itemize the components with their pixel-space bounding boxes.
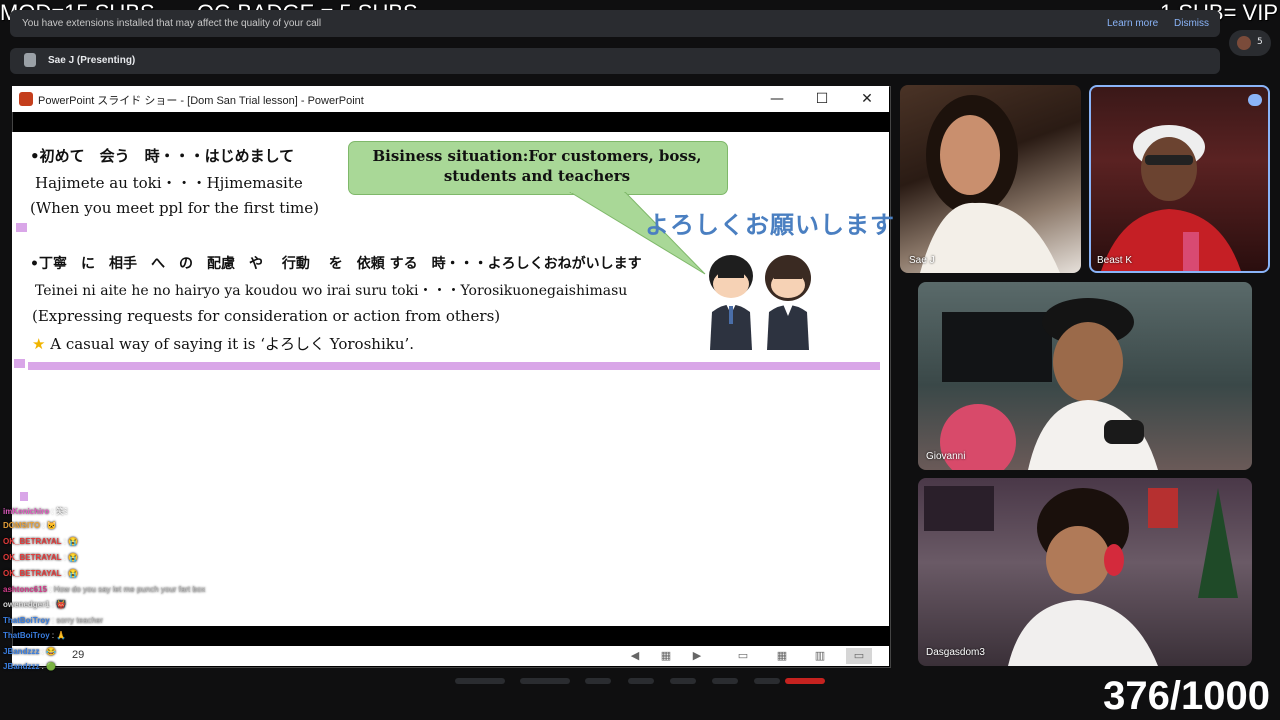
slide-line-teinei-jp: •丁寧 に 相手 へ の 配慮 や 行動 を 依頼 する 時・・・よろしくおねが…: [30, 256, 642, 272]
slide-line-hajimete-romaji: Hajimete au toki・・・Hjimemasite: [35, 174, 303, 192]
chat-message: OK_BETRAYAL : 😭: [3, 553, 79, 562]
chat-user: JBandzzz: [3, 662, 40, 671]
close-button[interactable]: ✕: [852, 88, 882, 110]
star-icon: ★: [32, 335, 46, 353]
slide-line-teinei-en: (Expressing requests for consideration o…: [32, 307, 501, 325]
giovanni-video: [940, 298, 1158, 470]
chat-text: sorry teacher: [56, 616, 104, 625]
chat-message: imKenichiro : 笑ﾐ: [3, 507, 68, 516]
slide-sorter-button[interactable]: ▦: [774, 648, 790, 664]
chat-message: DOMSITO : 🐱: [3, 521, 57, 530]
reactions-button[interactable]: [628, 678, 654, 684]
slideshow-view-button[interactable]: ▭: [846, 648, 872, 664]
chat-user: ThatBoiTroy: [3, 616, 50, 625]
prev-slide-button[interactable]: ◀: [627, 648, 643, 664]
participant-avatars-icon: [1237, 36, 1251, 50]
chat-text: 🟢: [46, 662, 57, 671]
participant-name-giovanni: Giovanni: [926, 451, 966, 462]
reading-view-button[interactable]: ▥: [812, 648, 828, 664]
chat-user: owenedger1: [3, 600, 50, 609]
dasgasdom3-video: [924, 486, 1238, 666]
chat-text: 👹: [56, 600, 67, 609]
dismiss-link[interactable]: Dismiss: [1174, 18, 1209, 29]
video-tile-beast-k[interactable]: [1089, 85, 1270, 273]
powerpoint-window-title: PowerPoint スライド ショー - [Dom San Trial les…: [38, 95, 364, 107]
presenting-label: Sae J (Presenting): [48, 55, 136, 66]
presenting-bar: [10, 48, 1220, 74]
beast-k-video: [1101, 125, 1241, 271]
sae-j-video: [920, 95, 1060, 273]
pink-marker: [16, 223, 27, 232]
chat-text: 🙏: [56, 631, 67, 640]
video-tile-giovanni[interactable]: [918, 282, 1252, 470]
chat-text: 🐱: [46, 521, 57, 530]
sub-goal-counter: 376/1000: [1103, 674, 1270, 718]
chat-text: 😭: [68, 569, 79, 578]
yoroshiku-heading: よろしくお願いします: [645, 211, 895, 239]
chat-user: imKenichiro: [3, 507, 50, 516]
slide-line-teinei-romaji: Teinei ni aite he no hairyo ya koudou wo…: [35, 283, 628, 299]
chat-user: ThatBoiTroy: [3, 631, 50, 640]
participant-count: 5: [1257, 37, 1263, 47]
slide-line-casual-text: A casual way of saying it is ‘よろしく Yoros…: [50, 335, 415, 353]
chat-message: JBandzzz : 😂: [3, 647, 57, 656]
powerpoint-statusbar: [12, 646, 889, 666]
slide-menu-button[interactable]: ▦: [658, 648, 674, 664]
chat-user: OK_BETRAYAL: [3, 553, 62, 562]
chat-user: OK_BETRAYAL: [3, 537, 62, 546]
pink-marker-3: [20, 492, 28, 501]
bowing-people-illustration: [709, 255, 811, 350]
pink-divider: [28, 362, 880, 370]
chat-text: 😭: [68, 537, 79, 546]
video-tile-dasgasdom3[interactable]: [918, 478, 1252, 666]
minimize-button[interactable]: —: [762, 88, 792, 110]
pink-marker-2: [14, 359, 25, 368]
chat-text: 笑ﾐ: [55, 507, 68, 516]
speech-bubble-text: Bisiness situation:For customers, boss, …: [372, 147, 702, 185]
chat-message: ThatBoiTroy : sorry teacher: [3, 616, 104, 625]
slide-line-hajimete-en: (When you meet ppl for the first time): [30, 199, 320, 217]
participant-name-beast-k: Beast K: [1097, 255, 1133, 266]
chat-message: ashtonc615 : How do you say let me punch…: [3, 585, 206, 594]
normal-view-button[interactable]: ▭: [735, 648, 751, 664]
chat-user: ashtonc615: [3, 585, 48, 594]
raise-hand-button[interactable]: [712, 678, 738, 684]
camera-button[interactable]: [520, 678, 570, 684]
next-slide-button[interactable]: ▶: [689, 648, 705, 664]
captions-button[interactable]: [585, 678, 611, 684]
participants-button[interactable]: 5: [1229, 30, 1271, 56]
leave-call-button[interactable]: [785, 678, 825, 684]
chat-text: How do you say let me punch your fart bo…: [53, 585, 206, 594]
mic-button[interactable]: [455, 678, 505, 684]
extensions-banner-text: You have extensions installed that may a…: [22, 18, 322, 29]
chat-user: JBandzzz: [3, 647, 40, 656]
learn-more-link[interactable]: Learn more: [1107, 18, 1158, 29]
chat-user: DOMSITO: [3, 521, 41, 530]
present-button[interactable]: [670, 678, 696, 684]
participant-name-dasgasdom3: Dasgasdom3: [926, 647, 985, 658]
chat-text: 😭: [68, 553, 79, 562]
chat-message: ThatBoiTroy : 🙏: [3, 631, 67, 640]
chat-message: JBandzzz : 🟢: [3, 662, 57, 671]
chat-message: OK_BETRAYAL : 😭: [3, 537, 79, 546]
slide-line-hajimete-jp: •初めて 会う 時・・・はじめまして: [30, 147, 295, 165]
chat-message: OK_BETRAYAL : 😭: [3, 569, 79, 578]
slide-line-casual: ★ A casual way of saying it is ‘よろしく Yor…: [32, 333, 414, 354]
speaking-indicator-icon: [1248, 94, 1262, 106]
chat-user: OK_BETRAYAL: [3, 569, 62, 578]
powerpoint-logo-icon: [19, 92, 33, 106]
video-tile-sae-j[interactable]: [900, 85, 1081, 273]
maximize-button[interactable]: ☐: [807, 88, 837, 110]
more-options-button[interactable]: [754, 678, 780, 684]
chat-message: owenedger1 : 👹: [3, 600, 67, 609]
slide-counter: 29: [72, 649, 85, 661]
chat-text: 😂: [46, 647, 57, 656]
presenter-icon: [24, 53, 36, 67]
participant-name-sae-j: Sae J: [909, 255, 935, 266]
